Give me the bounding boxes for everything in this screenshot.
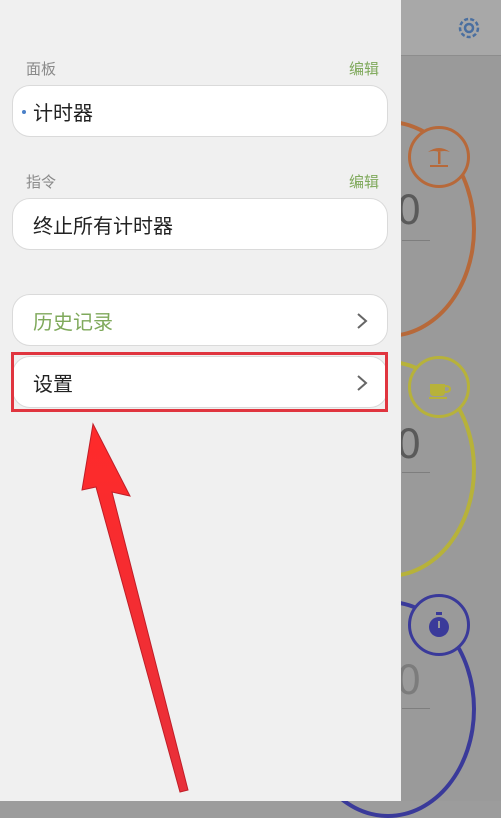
divider bbox=[402, 708, 430, 709]
panel-edit-link[interactable]: 编辑 bbox=[349, 58, 379, 79]
chevron-right-icon bbox=[357, 313, 368, 329]
command-item-label: 终止所有计时器 bbox=[33, 213, 173, 238]
divider bbox=[402, 472, 430, 473]
side-drawer: 面板 编辑 计时器 指令 编辑 终止所有计时器 历史记录 设置 bbox=[0, 0, 401, 801]
command-edit-link[interactable]: 编辑 bbox=[349, 171, 379, 192]
bullet-dot bbox=[22, 110, 26, 114]
palm-tree-icon[interactable] bbox=[408, 126, 470, 188]
gear-icon[interactable] bbox=[455, 14, 483, 42]
command-item-stop-all[interactable]: 终止所有计时器 bbox=[12, 198, 388, 250]
command-section-title: 指令 bbox=[26, 173, 57, 191]
coffee-cup-icon[interactable] bbox=[408, 356, 470, 418]
highlight-box bbox=[11, 352, 388, 412]
panel-section-title: 面板 bbox=[26, 60, 57, 78]
panel-item-timer[interactable]: 计时器 bbox=[12, 85, 388, 137]
divider bbox=[402, 240, 430, 241]
stopwatch-icon[interactable] bbox=[408, 594, 470, 656]
history-menu-item[interactable]: 历史记录 bbox=[12, 294, 388, 346]
history-label: 历史记录 bbox=[33, 309, 113, 334]
